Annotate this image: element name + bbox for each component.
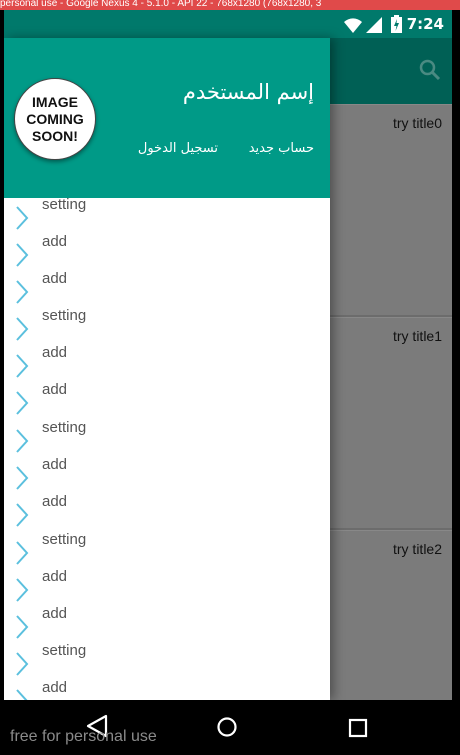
username: إسم المستخدم: [182, 80, 314, 104]
card-title: try title1: [392, 328, 442, 344]
wifi-icon: [344, 18, 362, 33]
menu-item[interactable]: setting: [4, 531, 330, 570]
chevron-right-icon: [16, 615, 29, 639]
signup-link[interactable]: حساب جديد: [249, 141, 314, 156]
emulator-banner: personal use - Google Nexus 4 - 5.1.0 - …: [0, 0, 460, 10]
signal-icon: [366, 17, 382, 33]
drawer-menu: setting add add setting add add setting …: [4, 198, 330, 700]
card[interactable]: try title0: [330, 104, 452, 315]
chevron-right-icon: [16, 689, 28, 700]
menu-item[interactable]: setting: [4, 642, 330, 681]
menu-item[interactable]: setting: [4, 419, 330, 458]
recent-apps-icon[interactable]: [348, 718, 368, 738]
status-bar: 7:24: [4, 10, 452, 38]
menu-item-label: setting: [42, 419, 87, 436]
avatar-text-line: COMING: [26, 110, 84, 127]
status-time: 7:24: [406, 15, 444, 33]
chevron-right-icon: [16, 317, 29, 341]
menu-item-label: add: [42, 270, 68, 287]
battery-icon: [391, 15, 402, 33]
chevron-right-icon: [16, 354, 29, 378]
menu-item[interactable]: add: [4, 568, 330, 607]
card-title: try title0: [392, 115, 442, 131]
menu-item[interactable]: add: [4, 456, 330, 495]
menu-item-label: add: [42, 568, 68, 585]
login-link[interactable]: تسجيل الدخول: [138, 141, 218, 156]
chevron-right-icon: [16, 206, 29, 230]
menu-item[interactable]: add: [4, 233, 330, 272]
chevron-right-icon: [16, 652, 29, 676]
menu-item[interactable]: setting: [4, 198, 330, 235]
menu-item-label: add: [42, 344, 68, 361]
menu-item-label: add: [42, 233, 68, 250]
chevron-right-icon: [16, 503, 29, 527]
menu-item-label: setting: [42, 531, 87, 548]
chevron-right-icon: [16, 578, 29, 602]
search-icon[interactable]: [418, 58, 442, 82]
drawer-header: IMAGE COMING SOON! إسم المستخدم حساب جدي…: [4, 38, 330, 198]
chevron-right-icon: [16, 391, 29, 415]
menu-item-label: add: [42, 381, 68, 398]
card-title: try title2: [392, 541, 442, 557]
menu-item-label: setting: [42, 307, 87, 324]
card[interactable]: try title2: [330, 530, 452, 701]
chevron-right-icon: [16, 429, 29, 453]
watermark: free for personal use: [10, 728, 157, 745]
avatar-text-line: SOON!: [32, 127, 78, 144]
avatar-text-line: IMAGE: [32, 93, 78, 110]
navigation-drawer: IMAGE COMING SOON! إسم المستخدم حساب جدي…: [4, 38, 330, 700]
menu-item[interactable]: add: [4, 679, 330, 700]
menu-item-label: setting: [42, 198, 87, 213]
chevron-right-icon: [16, 541, 29, 565]
chevron-right-icon: [16, 280, 29, 304]
menu-item[interactable]: add: [4, 344, 330, 383]
menu-item[interactable]: add: [4, 605, 330, 644]
menu-item[interactable]: add: [4, 270, 330, 309]
menu-item-label: setting: [42, 642, 87, 659]
card[interactable]: try title1: [330, 317, 452, 528]
menu-item[interactable]: add: [4, 381, 330, 420]
device-screen: 7:24 try title0 try title1 try title2 IM…: [4, 10, 452, 701]
chevron-right-icon: [16, 466, 29, 490]
menu-item-label: add: [42, 456, 68, 473]
menu-item[interactable]: add: [4, 493, 330, 532]
avatar[interactable]: IMAGE COMING SOON!: [14, 78, 96, 160]
chevron-right-icon: [16, 243, 29, 267]
home-icon[interactable]: [216, 716, 238, 738]
menu-item-label: add: [42, 605, 68, 622]
menu-item-label: add: [42, 493, 68, 510]
menu-item[interactable]: setting: [4, 307, 330, 346]
menu-item-label: add: [42, 679, 68, 696]
